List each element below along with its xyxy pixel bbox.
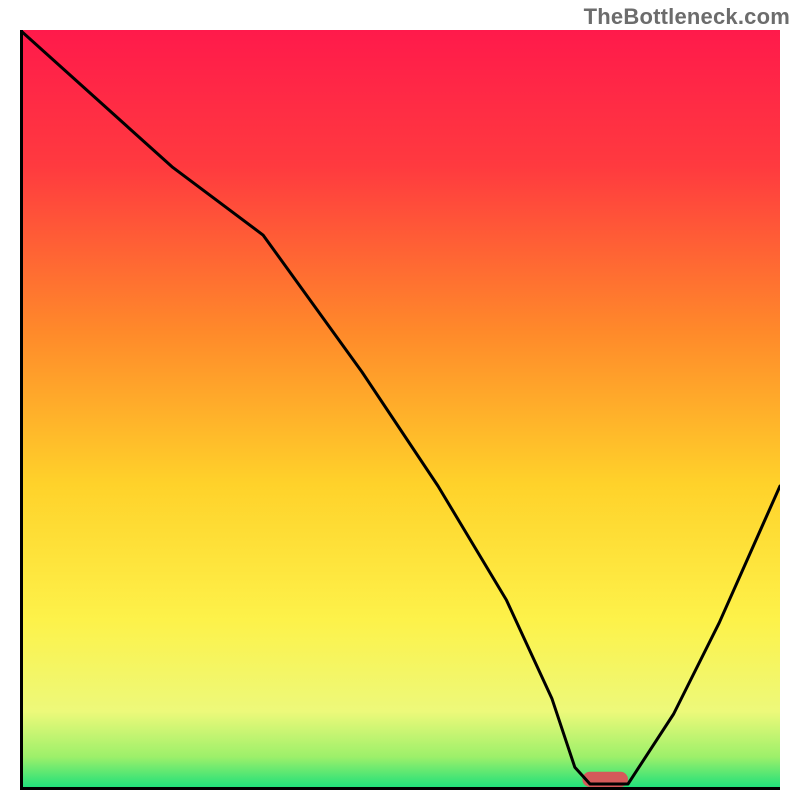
chart-area xyxy=(20,30,780,790)
chart-svg xyxy=(20,30,780,790)
watermark-text: TheBottleneck.com xyxy=(584,4,790,30)
chart-background xyxy=(23,30,780,787)
